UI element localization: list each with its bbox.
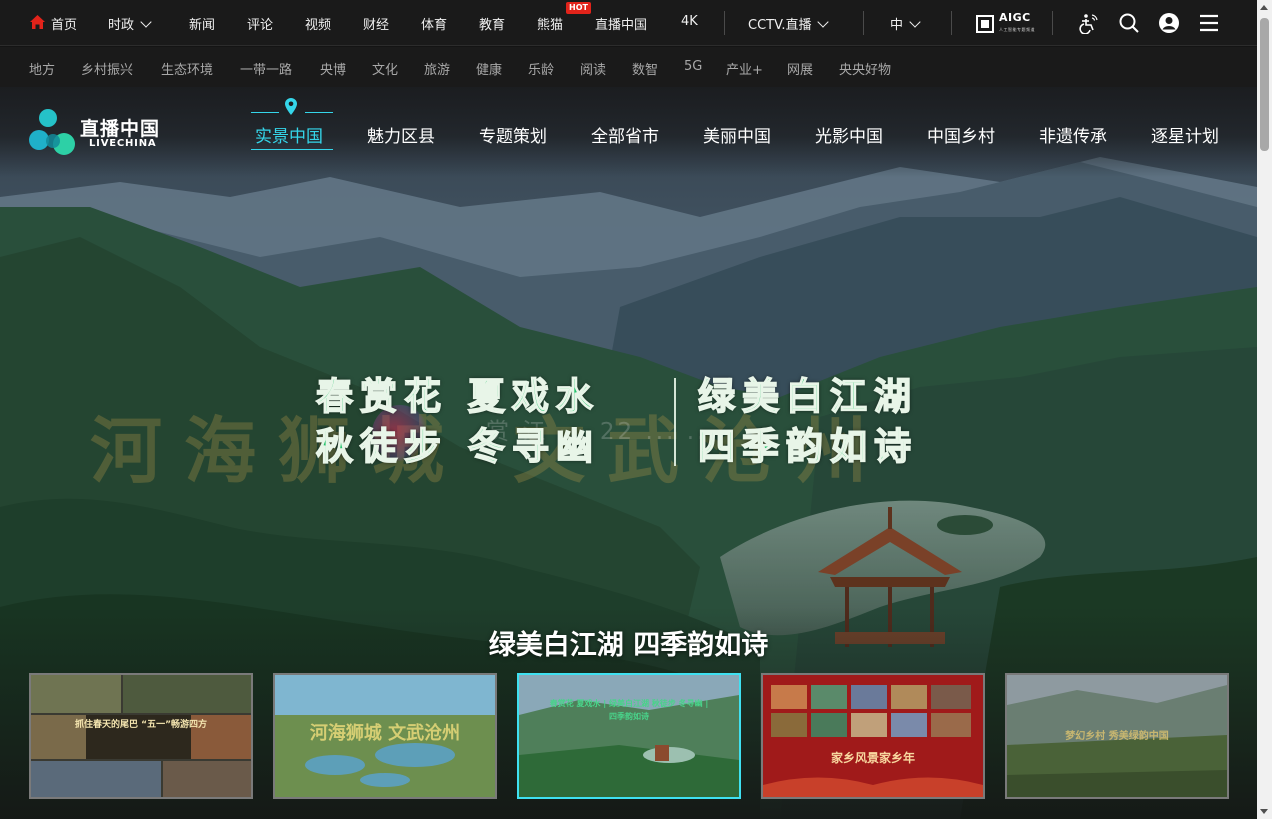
language-select[interactable]: 中 <box>890 14 921 33</box>
subnav-item[interactable]: 阅读 <box>580 59 606 78</box>
nav-cctv-live[interactable]: CCTV.直播 <box>748 14 830 33</box>
carousel-thumbnail[interactable]: 家乡风景家乡年 <box>761 673 985 799</box>
nav-comment[interactable]: 评论 <box>247 14 273 33</box>
tab-shijing-china[interactable]: 实景中国 <box>255 122 323 147</box>
nav-live-china[interactable]: 直播中国 <box>595 14 647 33</box>
banner-line: 绿美白江湖 <box>697 374 918 419</box>
banner-line: 秋徒步 冬寻幽 <box>315 424 600 469</box>
divider <box>951 11 952 35</box>
scrollbar-thumb[interactable] <box>1260 18 1269 151</box>
tab-china-xiangcun[interactable]: 中国乡村 <box>927 122 995 147</box>
chevron-down-icon <box>817 16 830 28</box>
subnav-item[interactable]: 数智 <box>632 59 658 78</box>
subnav-item[interactable]: 乐龄 <box>528 59 554 78</box>
scroll-up-icon[interactable] <box>1260 5 1268 10</box>
sub-nav: 地方 乡村振兴 生态环境 一带一路 央博 文化 旅游 健康 乐龄 阅读 数智 5… <box>0 47 1257 87</box>
nav-4k[interactable]: 4K <box>681 14 698 29</box>
thumbnail-image <box>31 675 251 797</box>
livechina-logo-icon <box>29 109 75 155</box>
thumbnail-caption: 河海狮城 文武沧州 <box>309 723 461 744</box>
thumbnail-caption: 抓住春天的尾巴 “五一”畅游四方 <box>75 720 207 730</box>
subnav-item[interactable]: 乡村振兴 <box>81 59 133 78</box>
page-scrollbar[interactable] <box>1257 0 1272 819</box>
tab-feiyi-chuancheng[interactable]: 非遗传承 <box>1039 122 1107 147</box>
nav-sports[interactable]: 体育 <box>421 14 447 33</box>
banner-line: 四季韵如诗 <box>697 424 918 469</box>
hot-badge: HOT <box>566 2 591 14</box>
tab-meili-china[interactable]: 美丽中国 <box>703 122 771 147</box>
thumbnail-caption: 春赏花 夏戏水 | 绿美白江湖 秋徒步 冬寻幽 | 四季韵如诗 <box>549 699 709 721</box>
accessibility-icon[interactable] <box>1076 11 1100 35</box>
subnav-item[interactable]: 旅游 <box>424 59 450 78</box>
subnav-item[interactable]: 文化 <box>372 59 398 78</box>
hero-section: 直播中国 LIVECHINA 实景中国 魅力区县 专题策划 全部省市 美丽中国 … <box>0 87 1257 819</box>
search-icon[interactable] <box>1117 11 1141 35</box>
carousel-thumbnail[interactable]: 梦幻乡村 秀美绿韵中国 <box>1005 673 1229 799</box>
top-nav: 首页 时政 新闻 评论 视频 财经 体育 教育 熊猫 HOT 直播中国 4K C… <box>0 0 1257 46</box>
livechina-logo[interactable]: 直播中国 LIVECHINA <box>28 107 173 159</box>
user-icon[interactable] <box>1157 11 1181 35</box>
thumbnail-image <box>763 675 983 797</box>
hero-title[interactable]: 绿美白江湖 四季韵如诗 <box>0 623 1257 662</box>
nav-education[interactable]: 教育 <box>479 14 505 33</box>
tab-zhuanti-cehua[interactable]: 专题策划 <box>479 122 547 147</box>
location-pin-icon <box>285 98 297 115</box>
active-tab-indicator <box>305 112 333 113</box>
chevron-down-icon <box>909 16 921 28</box>
aigc-sub-label: 人工智能专题频道 <box>999 27 1035 32</box>
nav-cctv-live-label: CCTV.直播 <box>748 18 812 33</box>
chevron-down-icon <box>140 16 152 28</box>
home-icon[interactable] <box>30 15 45 29</box>
nav-video[interactable]: 视频 <box>305 14 331 33</box>
nav-politics[interactable]: 时政 <box>108 14 152 33</box>
divider <box>1052 11 1053 35</box>
banner-divider <box>674 378 676 466</box>
scroll-down-icon[interactable] <box>1260 809 1268 814</box>
nav-panda[interactable]: 熊猫 <box>537 14 563 33</box>
carousel-thumbnail[interactable]: 抓住春天的尾巴 “五一”畅游四方 <box>29 673 253 799</box>
aigc-logo[interactable]: AIGC 人工智能专题频道 <box>976 11 1035 35</box>
subnav-item[interactable]: 健康 <box>476 59 502 78</box>
aigc-icon <box>976 15 994 33</box>
aigc-label: AIGC <box>999 11 1031 24</box>
subnav-item[interactable]: 产业+ <box>726 59 763 78</box>
logo-subtitle: LIVECHINA <box>89 138 157 149</box>
nav-news[interactable]: 新闻 <box>189 14 215 33</box>
subnav-item[interactable]: 地方 <box>29 59 55 78</box>
thumbnail-caption: 家乡风景家乡年 <box>830 751 915 765</box>
menu-icon[interactable] <box>1197 11 1221 35</box>
active-tab-underline <box>251 149 333 150</box>
thumbnail-image <box>519 675 739 797</box>
tab-zhuxing-jihua[interactable]: 逐星计划 <box>1151 122 1219 147</box>
tab-guangying-china[interactable]: 光影中国 <box>815 122 883 147</box>
subnav-item[interactable]: 一带一路 <box>240 59 292 78</box>
language-label: 中 <box>890 18 904 33</box>
logo-name: 直播中国 <box>80 118 161 140</box>
subnav-item[interactable]: 5G <box>684 59 702 74</box>
carousel-thumbnail[interactable]: 河海狮城 文武沧州 <box>273 673 497 799</box>
nav-politics-label: 时政 <box>108 18 135 33</box>
subnav-item[interactable]: 央博 <box>320 59 346 78</box>
tab-quanbu-shengshi[interactable]: 全部省市 <box>591 122 659 147</box>
subnav-item[interactable]: 网展 <box>787 59 813 78</box>
tab-meili-quxian[interactable]: 魅力区县 <box>367 122 435 147</box>
divider <box>724 11 725 35</box>
nav-home[interactable]: 首页 <box>51 14 77 33</box>
divider <box>863 11 864 35</box>
subnav-item[interactable]: 生态环境 <box>161 59 213 78</box>
carousel-thumbnail-active[interactable]: 春赏花 夏戏水 | 绿美白江湖 秋徒步 冬寻幽 | 四季韵如诗 <box>517 673 741 799</box>
thumbnail-caption: 梦幻乡村 秀美绿韵中国 <box>1065 731 1169 742</box>
subnav-item[interactable]: 央央好物 <box>839 59 891 78</box>
nav-finance[interactable]: 财经 <box>363 14 389 33</box>
active-tab-indicator <box>251 112 279 113</box>
banner-line: 春赏花 夏戏水 <box>315 374 600 419</box>
